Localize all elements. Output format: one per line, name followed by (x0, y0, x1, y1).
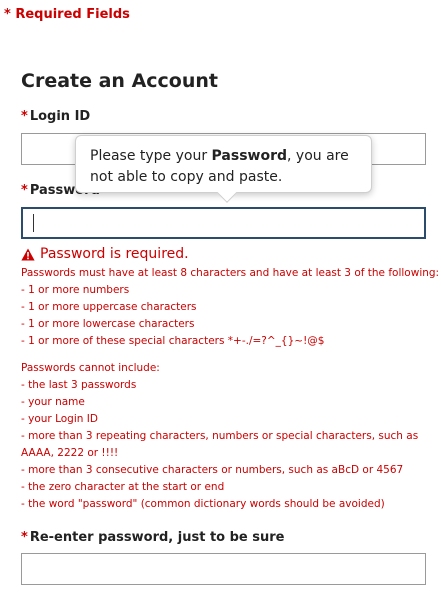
login-id-label-text: Login ID (29, 109, 91, 124)
reenter-password-label: * Re-enter password, just to be sure (21, 530, 284, 545)
rule-line: AAAA, 2222 or !!!! (21, 447, 119, 459)
required-fields-note: * Required Fields (4, 7, 130, 22)
rule-line: - 1 or more of these special characters … (21, 335, 325, 347)
rule-line: - 1 or more numbers (21, 284, 130, 296)
rule-line: - your name (21, 396, 85, 408)
rule-line: Passwords cannot include: (21, 362, 160, 374)
rule-line: - more than 3 repeating characters, numb… (21, 430, 419, 442)
rule-line: - the zero character at the start or end (21, 481, 225, 493)
rule-line: - 1 or more lowercase characters (21, 318, 195, 330)
tooltip-text-bold: Password (211, 148, 288, 164)
reenter-password-input[interactable] (21, 553, 426, 585)
login-id-label: * Login ID (21, 109, 90, 124)
rule-line: Passwords must have at least 8 character… (21, 267, 440, 279)
rule-line: - the word "password" (common dictionary… (21, 498, 385, 510)
reenter-password-label-text: Re-enter password, just to be sure (29, 530, 285, 545)
text-caret (33, 214, 34, 232)
password-restrictions: Passwords cannot include: - the last 3 p… (21, 360, 418, 513)
rule-line: - your Login ID (21, 413, 98, 425)
required-marker: * (21, 109, 28, 124)
rule-line: - the last 3 passwords (21, 379, 137, 391)
password-tooltip: Please type your Password, you are not a… (75, 135, 372, 203)
rule-line: - 1 or more uppercase characters (21, 301, 197, 313)
required-marker: * (21, 183, 28, 198)
error-message: Password is required. (40, 246, 189, 262)
password-requirements: Passwords must have at least 8 character… (21, 265, 439, 350)
rule-line: - more than 3 consecutive characters or … (21, 464, 404, 476)
warning-triangle-icon (21, 248, 35, 261)
password-error: Password is required. (21, 246, 189, 262)
password-input[interactable] (21, 207, 426, 239)
tooltip-text-start: Please type your (90, 148, 212, 164)
tooltip-arrow (217, 183, 237, 203)
page-title: Create an Account (21, 70, 218, 92)
required-marker: * (21, 530, 28, 545)
